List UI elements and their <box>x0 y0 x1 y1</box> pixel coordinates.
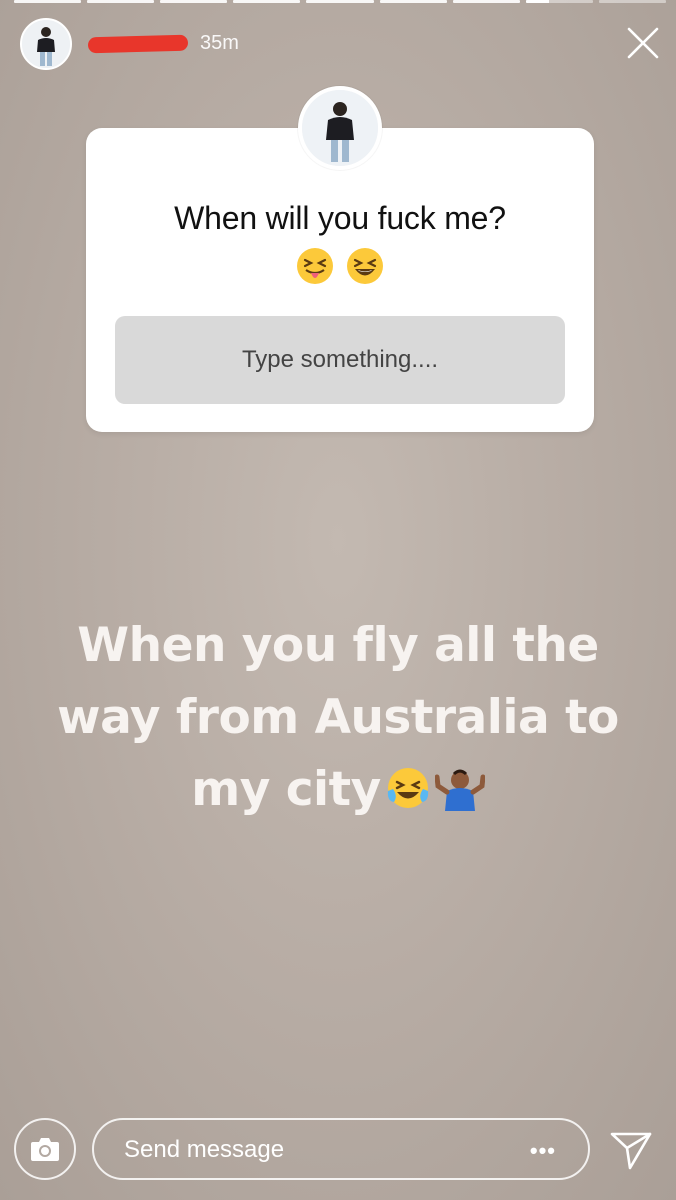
close-button[interactable] <box>624 24 662 62</box>
person-figure-icon <box>22 20 70 68</box>
story-timestamp: 35m <box>200 32 239 54</box>
progress-segment <box>233 0 301 3</box>
profile-avatar[interactable] <box>20 18 72 70</box>
progress-segment <box>598 0 666 3</box>
progress-segment <box>87 0 155 3</box>
caption-line-2: way from Australia to <box>57 690 619 745</box>
caption-line-3-text: my city <box>191 762 381 817</box>
progress-segment <box>525 0 593 3</box>
progress-segment <box>14 0 82 3</box>
send-message-placeholder: Send message <box>124 1136 285 1163</box>
story-header: 35m <box>0 14 676 74</box>
shrugging-man-emoji-icon <box>434 760 486 832</box>
sticker-profile-avatar <box>298 86 382 170</box>
caption-line-1: When you fly all the <box>77 618 599 673</box>
progress-segment <box>452 0 520 3</box>
caption-line-3: my city <box>40 754 636 832</box>
send-button[interactable] <box>608 1126 654 1172</box>
story-reply-bar: Send message ••• <box>0 1116 676 1182</box>
sticker-question: When will you fuck me? <box>174 200 506 236</box>
close-icon <box>627 27 659 59</box>
username-redacted <box>87 34 189 54</box>
send-message-input[interactable]: Send message ••• <box>92 1118 590 1180</box>
more-options-button[interactable]: ••• <box>530 1138 556 1164</box>
tears-of-joy-emoji-icon <box>385 760 431 832</box>
progress-segment <box>160 0 228 3</box>
progress-segment <box>379 0 447 3</box>
question-sticker[interactable]: When will you fuck me? Type something...… <box>86 128 594 432</box>
person-figure-icon <box>302 90 378 166</box>
laughing-emoji-icon <box>347 248 383 284</box>
progress-segment <box>306 0 374 3</box>
answer-input[interactable]: Type something.... <box>115 316 565 404</box>
sticker-emoji-row <box>86 246 594 286</box>
story-caption: When you fly all the way from Australia … <box>40 610 636 832</box>
camera-icon <box>31 1138 59 1161</box>
camera-button[interactable] <box>14 1118 76 1180</box>
story-progress-bar <box>14 0 666 4</box>
squinting-tongue-emoji-icon <box>297 248 333 284</box>
progress-fill <box>525 0 550 3</box>
send-icon <box>610 1132 652 1170</box>
